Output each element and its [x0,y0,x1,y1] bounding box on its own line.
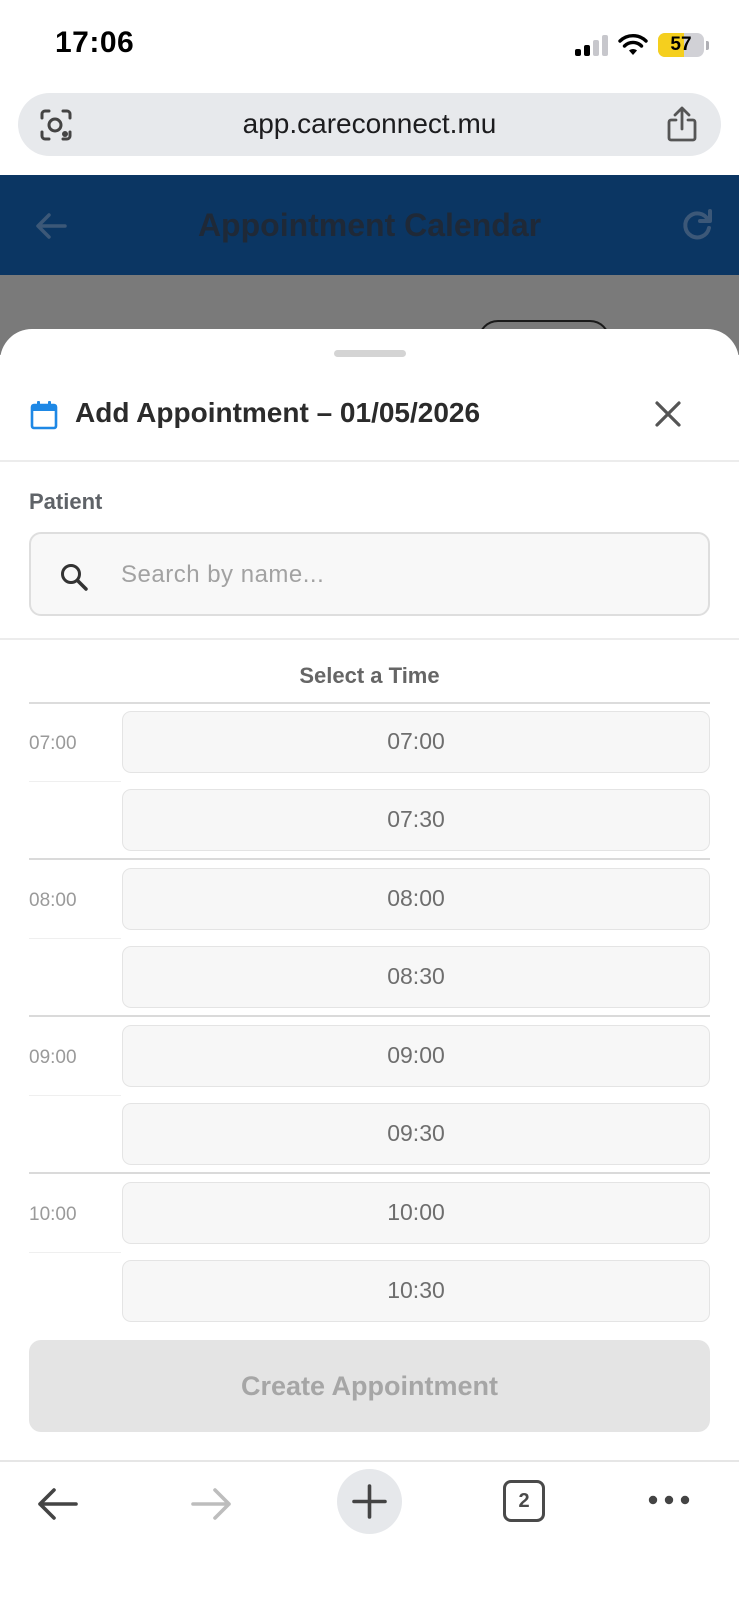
time-slot-button[interactable]: 10:00 [122,1182,710,1244]
sheet-title: Add Appointment – 01/05/2026 [75,397,481,428]
status-time: 17:06 [55,26,135,59]
app-header: Appointment Calendar [0,175,739,275]
time-slot-button[interactable]: 08:30 [122,946,710,1008]
time-slot-button[interactable]: 07:00 [122,711,710,773]
hour-group: 08:00 08:00 08:30 [29,860,710,1017]
wifi-icon [618,34,648,55]
divider [0,638,739,640]
browser-toolbar: 2 [0,1460,739,1600]
app-title: Appointment Calendar [197,207,542,243]
status-icons: 57 [575,30,709,60]
plus-icon [352,1484,387,1519]
screen: 17:06 57 app.careconnect.mu Appointment … [0,0,739,1600]
create-appointment-button[interactable]: Create Appointment [29,1340,710,1432]
patient-search-box[interactable] [29,532,710,616]
time-slot-button[interactable]: 09:30 [122,1103,710,1165]
add-appointment-sheet: Add Appointment – 01/05/2026 Patient Sel… [0,329,739,1460]
back-arrow-icon[interactable] [34,1484,80,1524]
hour-label: 10:00 [29,1204,77,1225]
hour-label: 07:00 [29,733,77,754]
status-bar: 17:06 57 [0,0,739,88]
url-bar[interactable]: app.careconnect.mu [18,93,721,156]
time-slot-button[interactable]: 07:30 [122,789,710,851]
time-slot-list: 07:00 07:00 07:30 08:00 08:00 08:30 09:0… [29,703,710,1331]
tabs-icon[interactable]: 2 [503,1480,545,1522]
refresh-icon[interactable] [679,207,715,243]
calendar-icon [30,401,58,430]
sheet-header: Add Appointment – 01/05/2026 [0,374,739,462]
time-heading: Select a Time [299,663,440,688]
time-slot-button[interactable]: 10:30 [122,1260,710,1322]
time-slot-button[interactable]: 08:00 [122,868,710,930]
share-icon[interactable] [665,105,699,143]
close-icon[interactable] [648,394,688,434]
sheet-grabber[interactable] [334,350,406,357]
new-tab-button[interactable] [337,1469,402,1534]
time-slot-button[interactable]: 09:00 [122,1025,710,1087]
patient-label: Patient [29,489,103,514]
forward-arrow-icon[interactable] [189,1484,235,1524]
more-icon[interactable] [647,1492,691,1508]
signal-icon [575,34,608,56]
hour-label: 08:00 [29,890,77,911]
hour-group: 10:00 10:00 10:30 [29,1174,710,1331]
battery-icon: 57 [658,33,704,57]
hour-group: 09:00 09:00 09:30 [29,1017,710,1174]
hour-group: 07:00 07:00 07:30 [29,703,710,860]
url-text[interactable]: app.careconnect.mu [98,108,641,140]
battery-level-text: 57 [670,34,692,55]
lens-icon[interactable] [38,107,74,143]
search-icon [61,564,88,591]
patient-search-input[interactable] [121,554,681,596]
hour-label: 09:00 [29,1047,77,1068]
